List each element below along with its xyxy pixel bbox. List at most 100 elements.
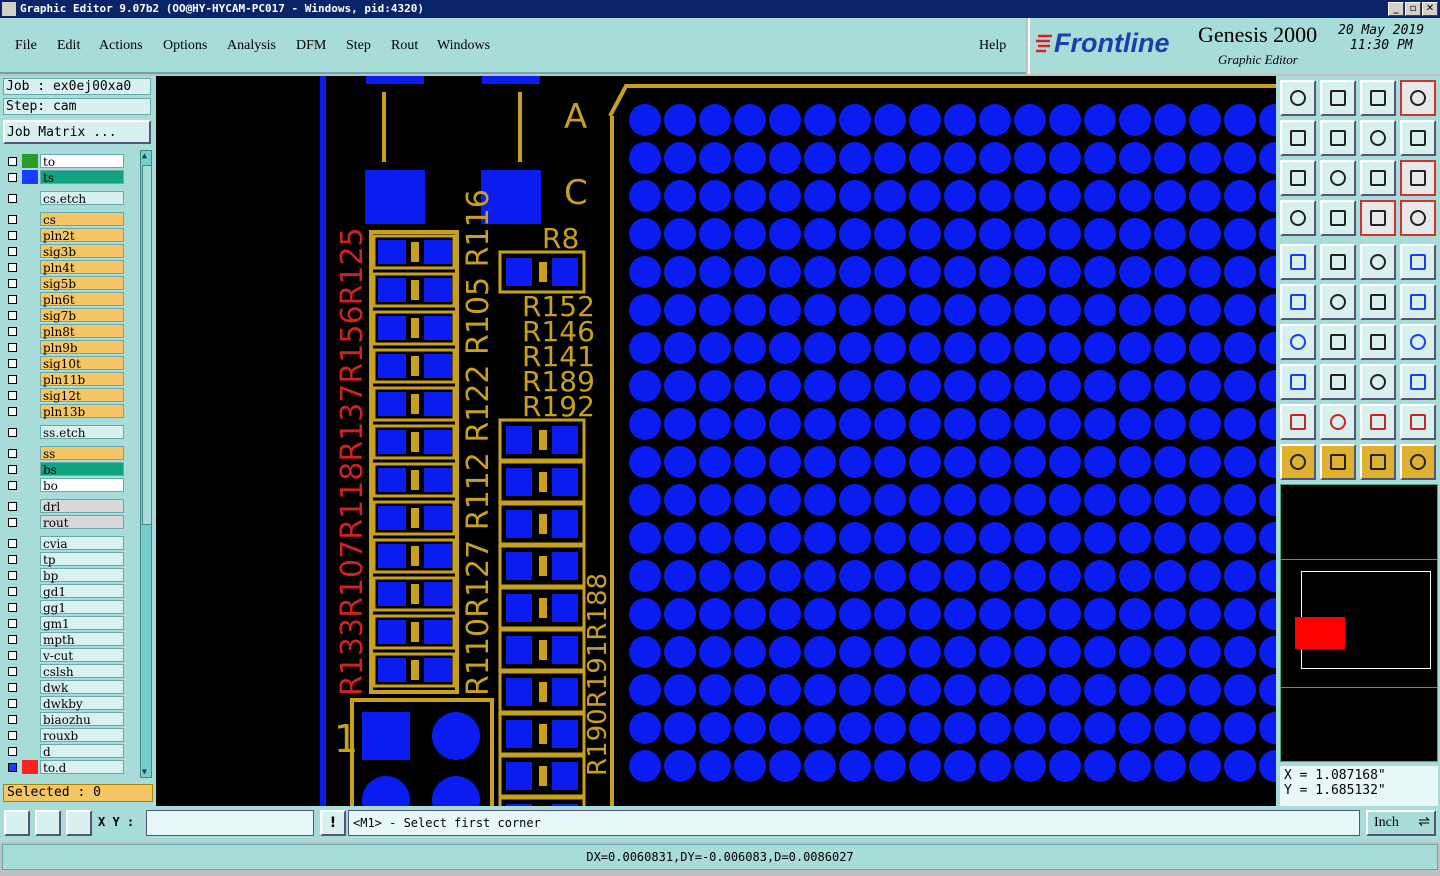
layer-name[interactable]: gd1	[40, 584, 124, 599]
scroll-down-icon[interactable]: ▼	[142, 768, 150, 776]
ruler-tool-icon[interactable]	[1360, 244, 1396, 280]
line-tool-icon[interactable]	[1280, 324, 1316, 360]
layer-row-d[interactable]: d	[4, 744, 126, 759]
layer-checkbox[interactable]	[8, 635, 17, 644]
layer-color-swatch[interactable]	[22, 276, 38, 290]
layer-row-sig3b[interactable]: sig3b	[4, 244, 126, 259]
layer-name[interactable]: cs.etch	[40, 191, 124, 206]
layer-row-pln11b[interactable]: pln11b	[4, 372, 126, 387]
layer-color-swatch[interactable]	[22, 324, 38, 338]
layer-row-ss.etch[interactable]: ss.etch	[4, 425, 126, 440]
graphic-canvas[interactable]: A C R8 R152 R146 R141 R189 R192 R110R127 R112 R1…	[156, 76, 1276, 806]
layer-a-tool-icon[interactable]	[1360, 200, 1396, 236]
move-tool-icon[interactable]	[1360, 284, 1396, 320]
menu-help[interactable]: Help	[979, 38, 1006, 54]
window-tool-icon[interactable]	[1400, 80, 1436, 116]
layer-checkbox[interactable]	[8, 375, 17, 384]
layer-checkbox[interactable]	[8, 173, 17, 182]
menu-file[interactable]: File	[15, 38, 37, 54]
layer-name[interactable]: dwk	[40, 680, 124, 695]
layer-name[interactable]: sig5b	[40, 276, 124, 291]
layer-row-tp[interactable]: tp	[4, 552, 126, 567]
layer-name[interactable]: pln4t	[40, 260, 124, 275]
layer-checkbox[interactable]	[8, 247, 17, 256]
layer-checkbox[interactable]	[8, 343, 17, 352]
layer-color-swatch[interactable]	[22, 584, 38, 598]
layer-color-swatch[interactable]	[22, 244, 38, 258]
layer-color-swatch[interactable]	[22, 664, 38, 678]
layer-row-ss[interactable]: ss	[4, 446, 126, 461]
layer-name[interactable]: v-cut	[40, 648, 124, 663]
layer-checkbox[interactable]	[8, 603, 17, 612]
layer-row-cslsh[interactable]: cslsh	[4, 664, 126, 679]
layer-row-rout[interactable]: rout	[4, 515, 126, 530]
layer-checkbox[interactable]	[8, 651, 17, 660]
layer-name[interactable]: tp	[40, 552, 124, 567]
center-tool-icon[interactable]	[1320, 160, 1356, 196]
layer-color-swatch[interactable]	[22, 170, 38, 184]
layer-checkbox[interactable]	[8, 731, 17, 740]
layer-name[interactable]: ss	[40, 446, 124, 461]
layer-color-swatch[interactable]	[22, 632, 38, 646]
edit-node-tool-icon[interactable]	[1280, 364, 1316, 400]
scroll-up-icon[interactable]: ▲	[142, 152, 150, 160]
layer-color-swatch[interactable]	[22, 308, 38, 322]
layer-row-pln2t[interactable]: pln2t	[4, 228, 126, 243]
arc-tool-icon[interactable]	[1360, 324, 1396, 360]
grid-tool-icon[interactable]	[1320, 200, 1356, 236]
transform-tool-icon[interactable]	[1400, 284, 1436, 320]
pencil-tool-icon[interactable]	[1320, 324, 1356, 360]
layer-color-swatch[interactable]	[22, 260, 38, 274]
layer-row-cs[interactable]: cs	[4, 212, 126, 227]
layer-checkbox[interactable]	[8, 502, 17, 511]
layer-checkbox[interactable]	[8, 571, 17, 580]
fill-tool-icon[interactable]	[1400, 244, 1436, 280]
layer-color-swatch[interactable]	[22, 499, 38, 513]
layer-row-v-cut[interactable]: v-cut	[4, 648, 126, 663]
info-icon[interactable]: !	[320, 810, 346, 836]
layer-checkbox[interactable]	[8, 747, 17, 756]
layer-row-bs[interactable]: bs	[4, 462, 126, 477]
layer-color-swatch[interactable]	[22, 191, 38, 205]
xy-input[interactable]	[146, 810, 314, 836]
layer-name[interactable]: sig3b	[40, 244, 124, 259]
layer-checkbox[interactable]	[8, 194, 17, 203]
layer-row-to[interactable]: to	[4, 154, 126, 169]
layer-row-pln4t[interactable]: pln4t	[4, 260, 126, 275]
layer-checkbox[interactable]	[8, 231, 17, 240]
layer-row-biaozhu[interactable]: biaozhu	[4, 712, 126, 727]
polygon-a-tool-icon[interactable]	[1280, 404, 1316, 440]
layer-checkbox[interactable]	[8, 327, 17, 336]
minimize-button[interactable]: _	[1388, 2, 1404, 16]
maximize-button[interactable]: ▫	[1405, 2, 1421, 16]
pointer-tool-icon[interactable]	[1280, 444, 1316, 480]
layer-checkbox[interactable]	[8, 481, 17, 490]
layer-checkbox[interactable]	[8, 587, 17, 596]
cut-tool-icon[interactable]	[1320, 364, 1356, 400]
layer-color-swatch[interactable]	[22, 404, 38, 418]
layer-color-swatch[interactable]	[22, 552, 38, 566]
layer-name[interactable]: cs	[40, 212, 124, 227]
layer-name[interactable]: pln8t	[40, 324, 124, 339]
layer-color-swatch[interactable]	[22, 600, 38, 614]
polygon-d-tool-icon[interactable]	[1400, 404, 1436, 440]
layer-name[interactable]: mpth	[40, 632, 124, 647]
layer-color-swatch[interactable]	[22, 425, 38, 439]
layer-checkbox[interactable]	[8, 279, 17, 288]
layer-row-sig10t[interactable]: sig10t	[4, 356, 126, 371]
layer-checkbox[interactable]	[8, 359, 17, 368]
layer-color-swatch[interactable]	[22, 536, 38, 550]
layer-color-swatch[interactable]	[22, 744, 38, 758]
units-dropdown[interactable]: Inch ⇌	[1366, 810, 1436, 836]
layer-row-ts[interactable]: ts	[4, 170, 126, 185]
route-tool-icon[interactable]	[1400, 444, 1436, 480]
layer-name[interactable]: dwkby	[40, 696, 124, 711]
layer-color-swatch[interactable]	[22, 696, 38, 710]
layer-name[interactable]: pln11b	[40, 372, 124, 387]
layer-checkbox[interactable]	[8, 428, 17, 437]
home-tool-icon[interactable]	[1280, 80, 1316, 116]
menu-windows[interactable]: Windows	[437, 38, 490, 54]
menu-actions[interactable]: Actions	[99, 38, 143, 54]
layer-name[interactable]: biaozhu	[40, 712, 124, 727]
layer-name[interactable]: bp	[40, 568, 124, 583]
